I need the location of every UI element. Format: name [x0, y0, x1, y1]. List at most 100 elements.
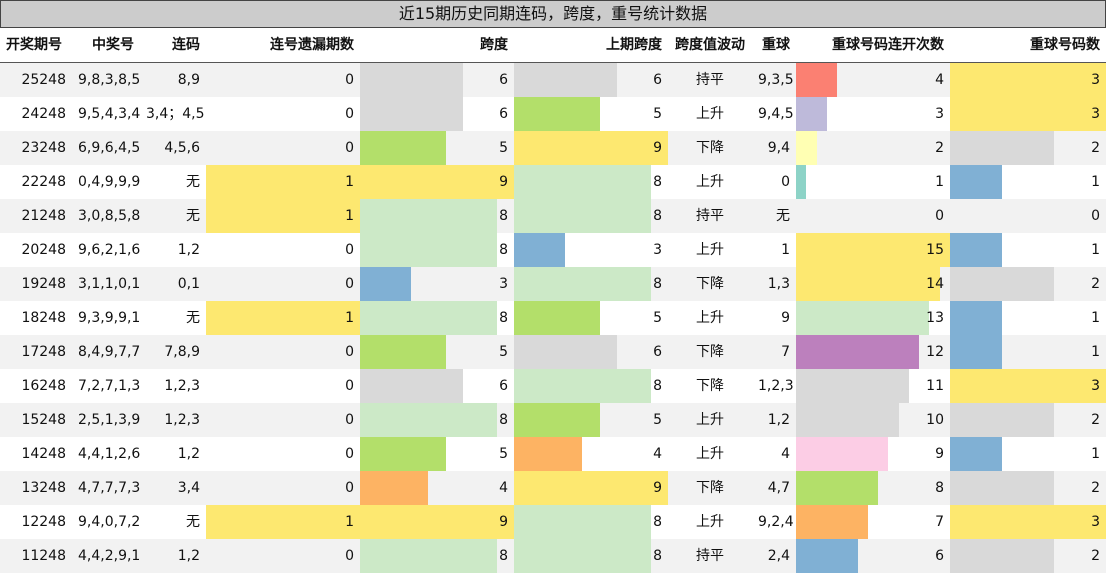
issue-cell: 14248 [21, 446, 66, 462]
miss-value: 0 [345, 446, 354, 462]
trend-cell: 上升 [696, 310, 724, 326]
table-row: 23248 6,9,6,4,5 4,5,6 0 5 9 2 2 下降 9,4 [0, 131, 1106, 165]
table-row: 24248 9,5,4,3,4 3,4；4,5 0 6 5 3 3 上升 9,4,5 [0, 97, 1106, 131]
header-repeat-times: 重球号码连开次数 [832, 37, 944, 53]
trend-cell: 持平 [696, 72, 724, 88]
span-value: 5 [499, 344, 508, 360]
consec-cell: 无 [186, 514, 200, 530]
repeat-count-value: 3 [1091, 106, 1100, 122]
prev-span-value: 8 [653, 548, 662, 564]
miss-value: 0 [345, 548, 354, 564]
repeat-count-value: 1 [1091, 446, 1100, 462]
table-row: 18248 9,3,9,9,1 无 1 8 5 13 1 上升 9 [0, 301, 1106, 335]
repeat-count-value: 3 [1091, 378, 1100, 394]
numbers-cell: 9,3,9,9,1 [78, 310, 140, 326]
table-row: 21248 3,0,8,5,8 无 1 8 8 0 0 持平 无 [0, 199, 1106, 233]
consec-cell: 无 [186, 310, 200, 326]
repeat-cell: 7 [781, 344, 790, 360]
repeat-count-value: 3 [1091, 72, 1100, 88]
consec-cell: 7,8,9 [164, 344, 200, 360]
issue-cell: 22248 [21, 174, 66, 190]
repeat-count-value: 2 [1091, 140, 1100, 156]
table-row: 20248 9,6,2,1,6 1,2 0 8 3 15 1 上升 1 [0, 233, 1106, 267]
header-trend: 跨度值波动 [675, 37, 745, 53]
table-row: 17248 8,4,9,7,7 7,8,9 0 5 6 12 1 下降 7 [0, 335, 1106, 369]
miss-value: 0 [345, 276, 354, 292]
consec-cell: 1,2 [177, 242, 200, 258]
repeat-cell: 9,4,5 [758, 106, 794, 122]
repeat-count-value: 1 [1091, 174, 1100, 190]
numbers-cell: 4,4,2,9,1 [78, 548, 140, 564]
miss-value: 0 [345, 242, 354, 258]
miss-value: 0 [345, 344, 354, 360]
prev-span-value: 8 [653, 276, 662, 292]
repeat-times-value: 7 [935, 514, 944, 530]
consec-cell: 3,4；4,5 [146, 106, 205, 122]
repeat-count-value: 0 [1091, 208, 1100, 224]
repeat-count-value: 3 [1091, 514, 1100, 530]
issue-cell: 18248 [21, 310, 66, 326]
header-miss: 连号遗漏期数 [270, 37, 354, 53]
prev-span-value: 6 [653, 72, 662, 88]
miss-value: 0 [345, 412, 354, 428]
trend-cell: 持平 [696, 548, 724, 564]
repeat-times-value: 0 [935, 208, 944, 224]
repeat-count-value: 2 [1091, 412, 1100, 428]
trend-cell: 下降 [696, 378, 724, 394]
prev-span-value: 5 [653, 412, 662, 428]
miss-value: 1 [345, 208, 354, 224]
repeat-count-value: 1 [1091, 242, 1100, 258]
repeat-times-value: 6 [935, 548, 944, 564]
span-value: 8 [499, 310, 508, 326]
repeat-cell: 1 [781, 242, 790, 258]
numbers-cell: 9,5,4,3,4 [78, 106, 140, 122]
span-value: 5 [499, 446, 508, 462]
span-value: 9 [499, 514, 508, 530]
consec-cell: 1,2,3 [164, 378, 200, 394]
trend-cell: 上升 [696, 174, 724, 190]
numbers-cell: 8,4,9,7,7 [78, 344, 140, 360]
issue-cell: 15248 [21, 412, 66, 428]
miss-value: 0 [345, 480, 354, 496]
issue-cell: 24248 [21, 106, 66, 122]
table-row: 14248 4,4,1,2,6 1,2 0 5 4 9 1 上升 4 [0, 437, 1106, 471]
repeat-cell: 1,3 [767, 276, 790, 292]
trend-cell: 上升 [696, 106, 724, 122]
consec-cell: 0,1 [177, 276, 200, 292]
consec-cell: 1,2 [177, 548, 200, 564]
span-value: 8 [499, 412, 508, 428]
repeat-times-value: 4 [935, 72, 944, 88]
repeat-times-value: 11 [926, 378, 944, 394]
header-numbers: 中奖号 [92, 37, 134, 53]
numbers-cell: 3,1,1,0,1 [78, 276, 140, 292]
table-row: 25248 9,8,3,8,5 8,9 0 6 6 4 3 持平 9,3,5 [0, 63, 1106, 97]
span-value: 8 [499, 208, 508, 224]
consec-cell: 8,9 [177, 72, 200, 88]
numbers-cell: 9,8,3,8,5 [78, 72, 140, 88]
repeat-cell: 1,2,3 [758, 378, 794, 394]
span-value: 6 [499, 106, 508, 122]
issue-cell: 16248 [21, 378, 66, 394]
repeat-count-value: 2 [1091, 480, 1100, 496]
prev-span-value: 4 [653, 446, 662, 462]
span-value: 6 [499, 72, 508, 88]
trend-cell: 上升 [696, 446, 724, 462]
consec-cell: 无 [186, 174, 200, 190]
header-span: 跨度 [480, 37, 508, 53]
numbers-cell: 4,7,7,7,3 [78, 480, 140, 496]
span-value: 8 [499, 242, 508, 258]
issue-cell: 25248 [21, 72, 66, 88]
repeat-cell: 9,2,4 [758, 514, 794, 530]
repeat-cell: 2,4 [767, 548, 790, 564]
trend-cell: 持平 [696, 208, 724, 224]
numbers-cell: 9,6,2,1,6 [78, 242, 140, 258]
prev-span-value: 5 [653, 310, 662, 326]
header-repeat: 重球 [762, 37, 790, 53]
numbers-cell: 0,4,9,9,9 [78, 174, 140, 190]
trend-cell: 下降 [696, 344, 724, 360]
repeat-cell: 9,3,5 [758, 72, 794, 88]
issue-cell: 13248 [21, 480, 66, 496]
issue-cell: 20248 [21, 242, 66, 258]
prev-span-value: 8 [653, 514, 662, 530]
header-repeat-count: 重球号码数 [1030, 37, 1100, 53]
